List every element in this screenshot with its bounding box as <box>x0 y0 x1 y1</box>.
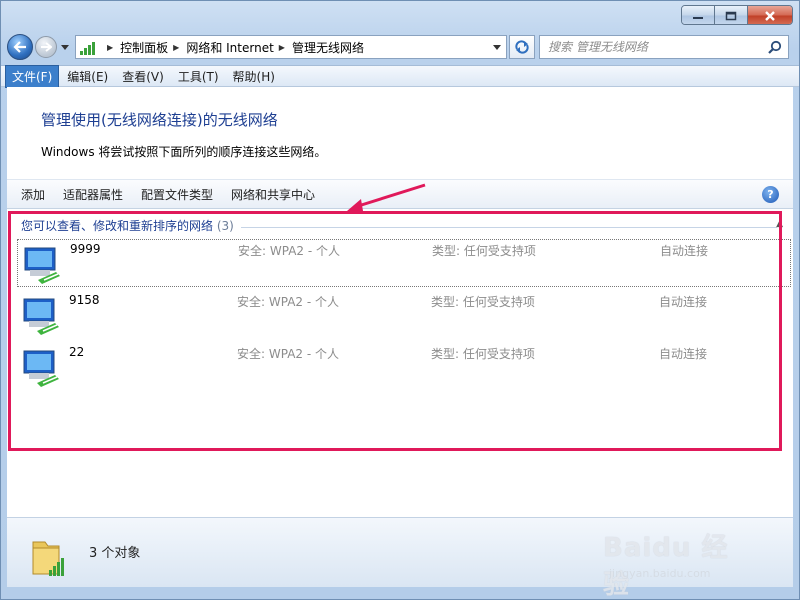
maximize-button[interactable] <box>715 6 748 24</box>
minimize-icon <box>693 17 703 19</box>
maximize-icon <box>725 11 737 21</box>
refresh-icon <box>515 40 529 54</box>
forward-button[interactable] <box>35 36 57 58</box>
breadcrumb-manage-wireless[interactable]: 管理无线网络 <box>292 39 364 56</box>
menu-file[interactable]: 文件(F) <box>5 64 60 88</box>
breadcrumb-separator-icon[interactable]: ▶ <box>279 43 285 52</box>
wireless-folder-icon <box>32 541 64 576</box>
breadcrumb-control-panel[interactable]: 控制面板 <box>120 39 168 56</box>
menu-bar: 文件(F) 编辑(E) 查看(V) 工具(T) 帮助(H) <box>1 64 799 88</box>
close-button[interactable] <box>748 6 792 24</box>
forward-arrow-icon <box>41 42 52 52</box>
back-arrow-icon <box>13 41 26 53</box>
page-description: Windows 将尝试按照下面所列的顺序连接这些网络。 <box>41 145 327 159</box>
chevron-down-icon <box>61 44 69 50</box>
add-network-button[interactable]: 添加 <box>21 186 45 203</box>
refresh-button[interactable] <box>509 35 535 59</box>
breadcrumb-separator-icon[interactable]: ▶ <box>107 43 113 52</box>
back-button[interactable] <box>7 34 33 60</box>
breadcrumb-network-internet[interactable]: 网络和 Internet <box>186 39 273 56</box>
close-icon <box>765 11 775 21</box>
menu-view[interactable]: 查看(V) <box>116 66 170 87</box>
profile-types-button[interactable]: 配置文件类型 <box>141 186 213 203</box>
address-dropdown[interactable] <box>488 36 506 58</box>
address-bar[interactable]: ▶ 控制面板 ▶ 网络和 Internet ▶ 管理无线网络 <box>75 35 507 59</box>
annotation-highlight-box <box>8 211 782 451</box>
help-icon[interactable]: ? <box>762 186 779 203</box>
minimize-button[interactable] <box>682 6 715 24</box>
search-icon[interactable] <box>768 40 782 57</box>
watermark-url: jingyan.baidu.com <box>609 567 711 580</box>
navigation-bar: ▶ 控制面板 ▶ 网络和 Internet ▶ 管理无线网络 <box>7 33 795 61</box>
network-signal-icon <box>80 39 100 55</box>
menu-help[interactable]: 帮助(H) <box>227 66 281 87</box>
recent-pages-dropdown[interactable] <box>59 44 71 50</box>
chevron-down-icon <box>493 44 501 50</box>
page-title: 管理使用(无线网络连接)的无线网络 <box>41 111 278 129</box>
annotation-arrow-icon <box>347 183 426 211</box>
menu-tools[interactable]: 工具(T) <box>172 66 225 87</box>
adapter-properties-button[interactable]: 适配器属性 <box>63 186 123 203</box>
baidu-watermark: Baidu 经验 jingyan.baidu.com <box>603 515 753 599</box>
network-sharing-center-button[interactable]: 网络和共享中心 <box>231 186 315 203</box>
search-input[interactable] <box>548 40 768 54</box>
window: ▶ 控制面板 ▶ 网络和 Internet ▶ 管理无线网络 文件(F) 编辑(… <box>0 0 800 600</box>
caption-buttons <box>681 5 793 25</box>
object-count: 3 个对象 <box>89 546 141 561</box>
breadcrumb-separator-icon[interactable]: ▶ <box>173 43 179 52</box>
watermark-logo-text: Baidu 经验 <box>603 533 729 600</box>
search-box[interactable] <box>539 35 789 59</box>
menu-edit[interactable]: 编辑(E) <box>61 66 114 87</box>
